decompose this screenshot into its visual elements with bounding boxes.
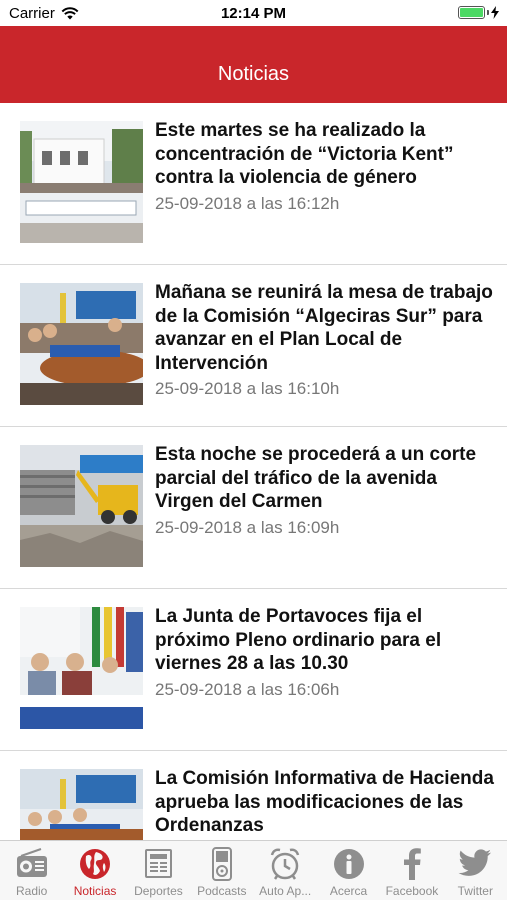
news-date: 25-09-2018 a las 16:09h (155, 517, 340, 537)
ipod-icon (211, 847, 232, 881)
status-bar: Carrier 12:14 PM (0, 0, 507, 26)
tab-facebook[interactable]: Facebook (380, 841, 443, 900)
news-date: 25-09-2018 a las 16:12h (155, 193, 340, 213)
tab-twitter[interactable]: Twitter (444, 841, 507, 900)
tab-deportes[interactable]: Deportes (127, 841, 190, 900)
news-thumbnail (20, 607, 143, 729)
news-date: 25-09-2018 a las 16:06h (155, 679, 340, 699)
news-item[interactable]: La Comisión Informativa de Hacienda apru… (0, 751, 507, 840)
tab-label: Auto Ap... (259, 884, 312, 898)
news-thumbnail (20, 283, 143, 405)
news-headline: La Comisión Informativa de Hacienda apru… (155, 767, 495, 840)
clock: 12:14 PM (220, 5, 287, 22)
news-headline: Mañana se reunirá la mesa de trabajo de … (155, 281, 495, 401)
tab-radio[interactable]: Radio (0, 841, 63, 900)
radio-icon (16, 848, 47, 877)
tab-noticias[interactable]: Noticias (63, 841, 126, 900)
tab-label: Facebook (385, 884, 439, 898)
news-date: 25-09-2018 a las 16:10h (155, 379, 340, 398)
news-item[interactable]: Esta noche se procederá a un corte parci… (0, 427, 507, 589)
nav-bar: Noticias (0, 26, 507, 103)
tab-label: Deportes (134, 884, 183, 898)
news-title: La Junta de Portavoces fija el próximo P… (155, 606, 442, 674)
facebook-icon (403, 848, 421, 880)
tab-label: Noticias (73, 884, 117, 898)
tab-label: Podcasts (197, 884, 247, 898)
news-list[interactable]: Este martes se ha realizado la concentra… (0, 103, 507, 840)
news-item[interactable]: Este martes se ha realizado la concentra… (0, 103, 507, 265)
news-title: Este martes se ha realizado la concentra… (155, 120, 454, 188)
newspaper-icon (145, 849, 173, 878)
news-headline: La Junta de Portavoces fija el próximo P… (155, 605, 495, 701)
tab-label: Twitter (457, 884, 493, 898)
tab-bar: Radio Noticias Deportes Podcasts Auto Ap… (0, 840, 507, 900)
info-icon (333, 849, 364, 879)
news-item[interactable]: Mañana se reunirá la mesa de trabajo de … (0, 265, 507, 427)
news-thumbnail (20, 121, 143, 243)
battery-icon (458, 6, 499, 19)
news-headline: Esta noche se procederá a un corte parci… (155, 443, 495, 539)
news-thumbnail (20, 769, 143, 840)
globe-icon (80, 849, 111, 879)
news-thumbnail (20, 445, 143, 567)
page-title: Noticias (217, 63, 290, 85)
twitter-icon (458, 849, 492, 876)
news-title: La Comisión Informativa de Hacienda apru… (155, 768, 494, 836)
tab-auto-apagado[interactable]: Auto Ap... (254, 841, 317, 900)
tab-label: Acerca (329, 884, 368, 898)
news-title: Mañana se reunirá la mesa de trabajo de … (155, 282, 493, 374)
bolt-icon (491, 6, 499, 19)
alarm-clock-icon (270, 848, 300, 880)
tab-podcasts[interactable]: Podcasts (190, 841, 253, 900)
tab-acerca[interactable]: Acerca (317, 841, 380, 900)
tab-label: Radio (16, 884, 48, 898)
news-headline: Este martes se ha realizado la concentra… (155, 119, 495, 215)
news-item[interactable]: La Junta de Portavoces fija el próximo P… (0, 589, 507, 751)
news-title: Esta noche se procederá a un corte parci… (155, 444, 477, 512)
